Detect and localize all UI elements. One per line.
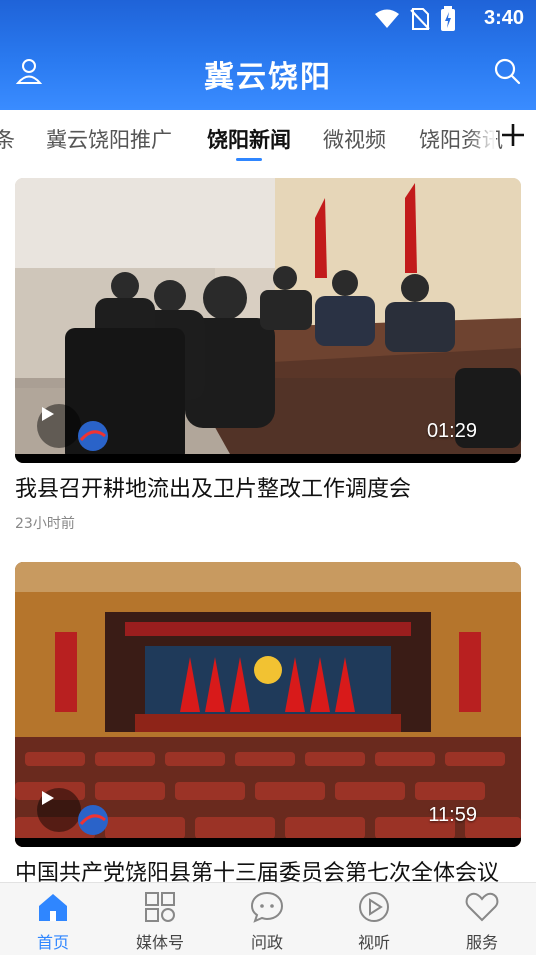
nav-inquiry[interactable]: 问政: [227, 889, 307, 953]
news-title[interactable]: 我县召开耕地流出及卫片整改工作调度会: [15, 475, 521, 505]
app-title: 冀云饶阳: [204, 60, 332, 95]
wifi-icon: [374, 8, 400, 30]
nav-label: 问政: [250, 933, 283, 952]
nav-media[interactable]: 媒体号: [120, 889, 200, 953]
news-feed: 01:29 我县召开耕地流出及卫片整改工作调度会 23小时前 11:59 中国共…: [0, 166, 536, 882]
no-sim-icon: [410, 7, 430, 31]
tabs-fade: [468, 110, 496, 166]
video-duration: 01:29: [426, 420, 477, 442]
bottom-nav: 首页 媒体号 问政 视听 服务: [0, 882, 536, 955]
news-card[interactable]: 01:29 我县召开耕地流出及卫片整改工作调度会 23小时前: [15, 178, 521, 533]
news-card[interactable]: 11:59 中国共产党饶阳县第十三届委员会第七次全体会议: [15, 562, 521, 882]
top-header: 3:40 冀云饶阳: [0, 0, 536, 110]
nav-label: 视听: [357, 933, 390, 952]
battery-charging-icon: [440, 6, 456, 32]
grid-icon: [145, 892, 175, 922]
nav-audiovisual[interactable]: 视听: [334, 889, 414, 953]
app-bar: 冀云饶阳: [0, 44, 536, 100]
status-bar: 3:40: [0, 0, 536, 36]
nav-label: 服务: [465, 933, 498, 952]
station-logo-icon: [73, 418, 113, 458]
news-time: 23小时前: [15, 516, 75, 532]
video-duration: 11:59: [428, 804, 477, 826]
nav-label: 首页: [36, 933, 69, 952]
status-icons: [374, 6, 456, 32]
nav-service[interactable]: 服务: [442, 889, 522, 953]
nav-home[interactable]: 首页: [13, 889, 93, 953]
tab-partial[interactable]: 条: [0, 124, 15, 154]
chat-icon: [250, 891, 284, 923]
search-icon[interactable]: [492, 56, 522, 86]
news-title[interactable]: 中国共产党饶阳县第十三届委员会第七次全体会议: [15, 859, 521, 882]
status-time: 3:40: [483, 7, 524, 29]
video-thumbnail[interactable]: 11:59: [15, 562, 521, 847]
home-icon: [39, 894, 67, 921]
tab-jiyun-raoyang-promo[interactable]: 冀云饶阳推广: [46, 124, 172, 154]
add-channel-icon[interactable]: [496, 118, 530, 152]
station-logo-icon: [73, 802, 113, 842]
heart-icon: [465, 892, 499, 922]
play-circle-icon: [359, 892, 389, 922]
video-thumbnail[interactable]: 01:29: [15, 178, 521, 463]
nav-label: 媒体号: [135, 933, 184, 952]
active-tab-indicator: [236, 158, 262, 161]
tab-micro-video[interactable]: 微视频: [323, 124, 386, 154]
category-tabs: 条 冀云饶阳推广 饶阳新闻 微视频 饶阳资讯: [0, 110, 536, 166]
tab-raoyang-news[interactable]: 饶阳新闻: [207, 124, 291, 154]
